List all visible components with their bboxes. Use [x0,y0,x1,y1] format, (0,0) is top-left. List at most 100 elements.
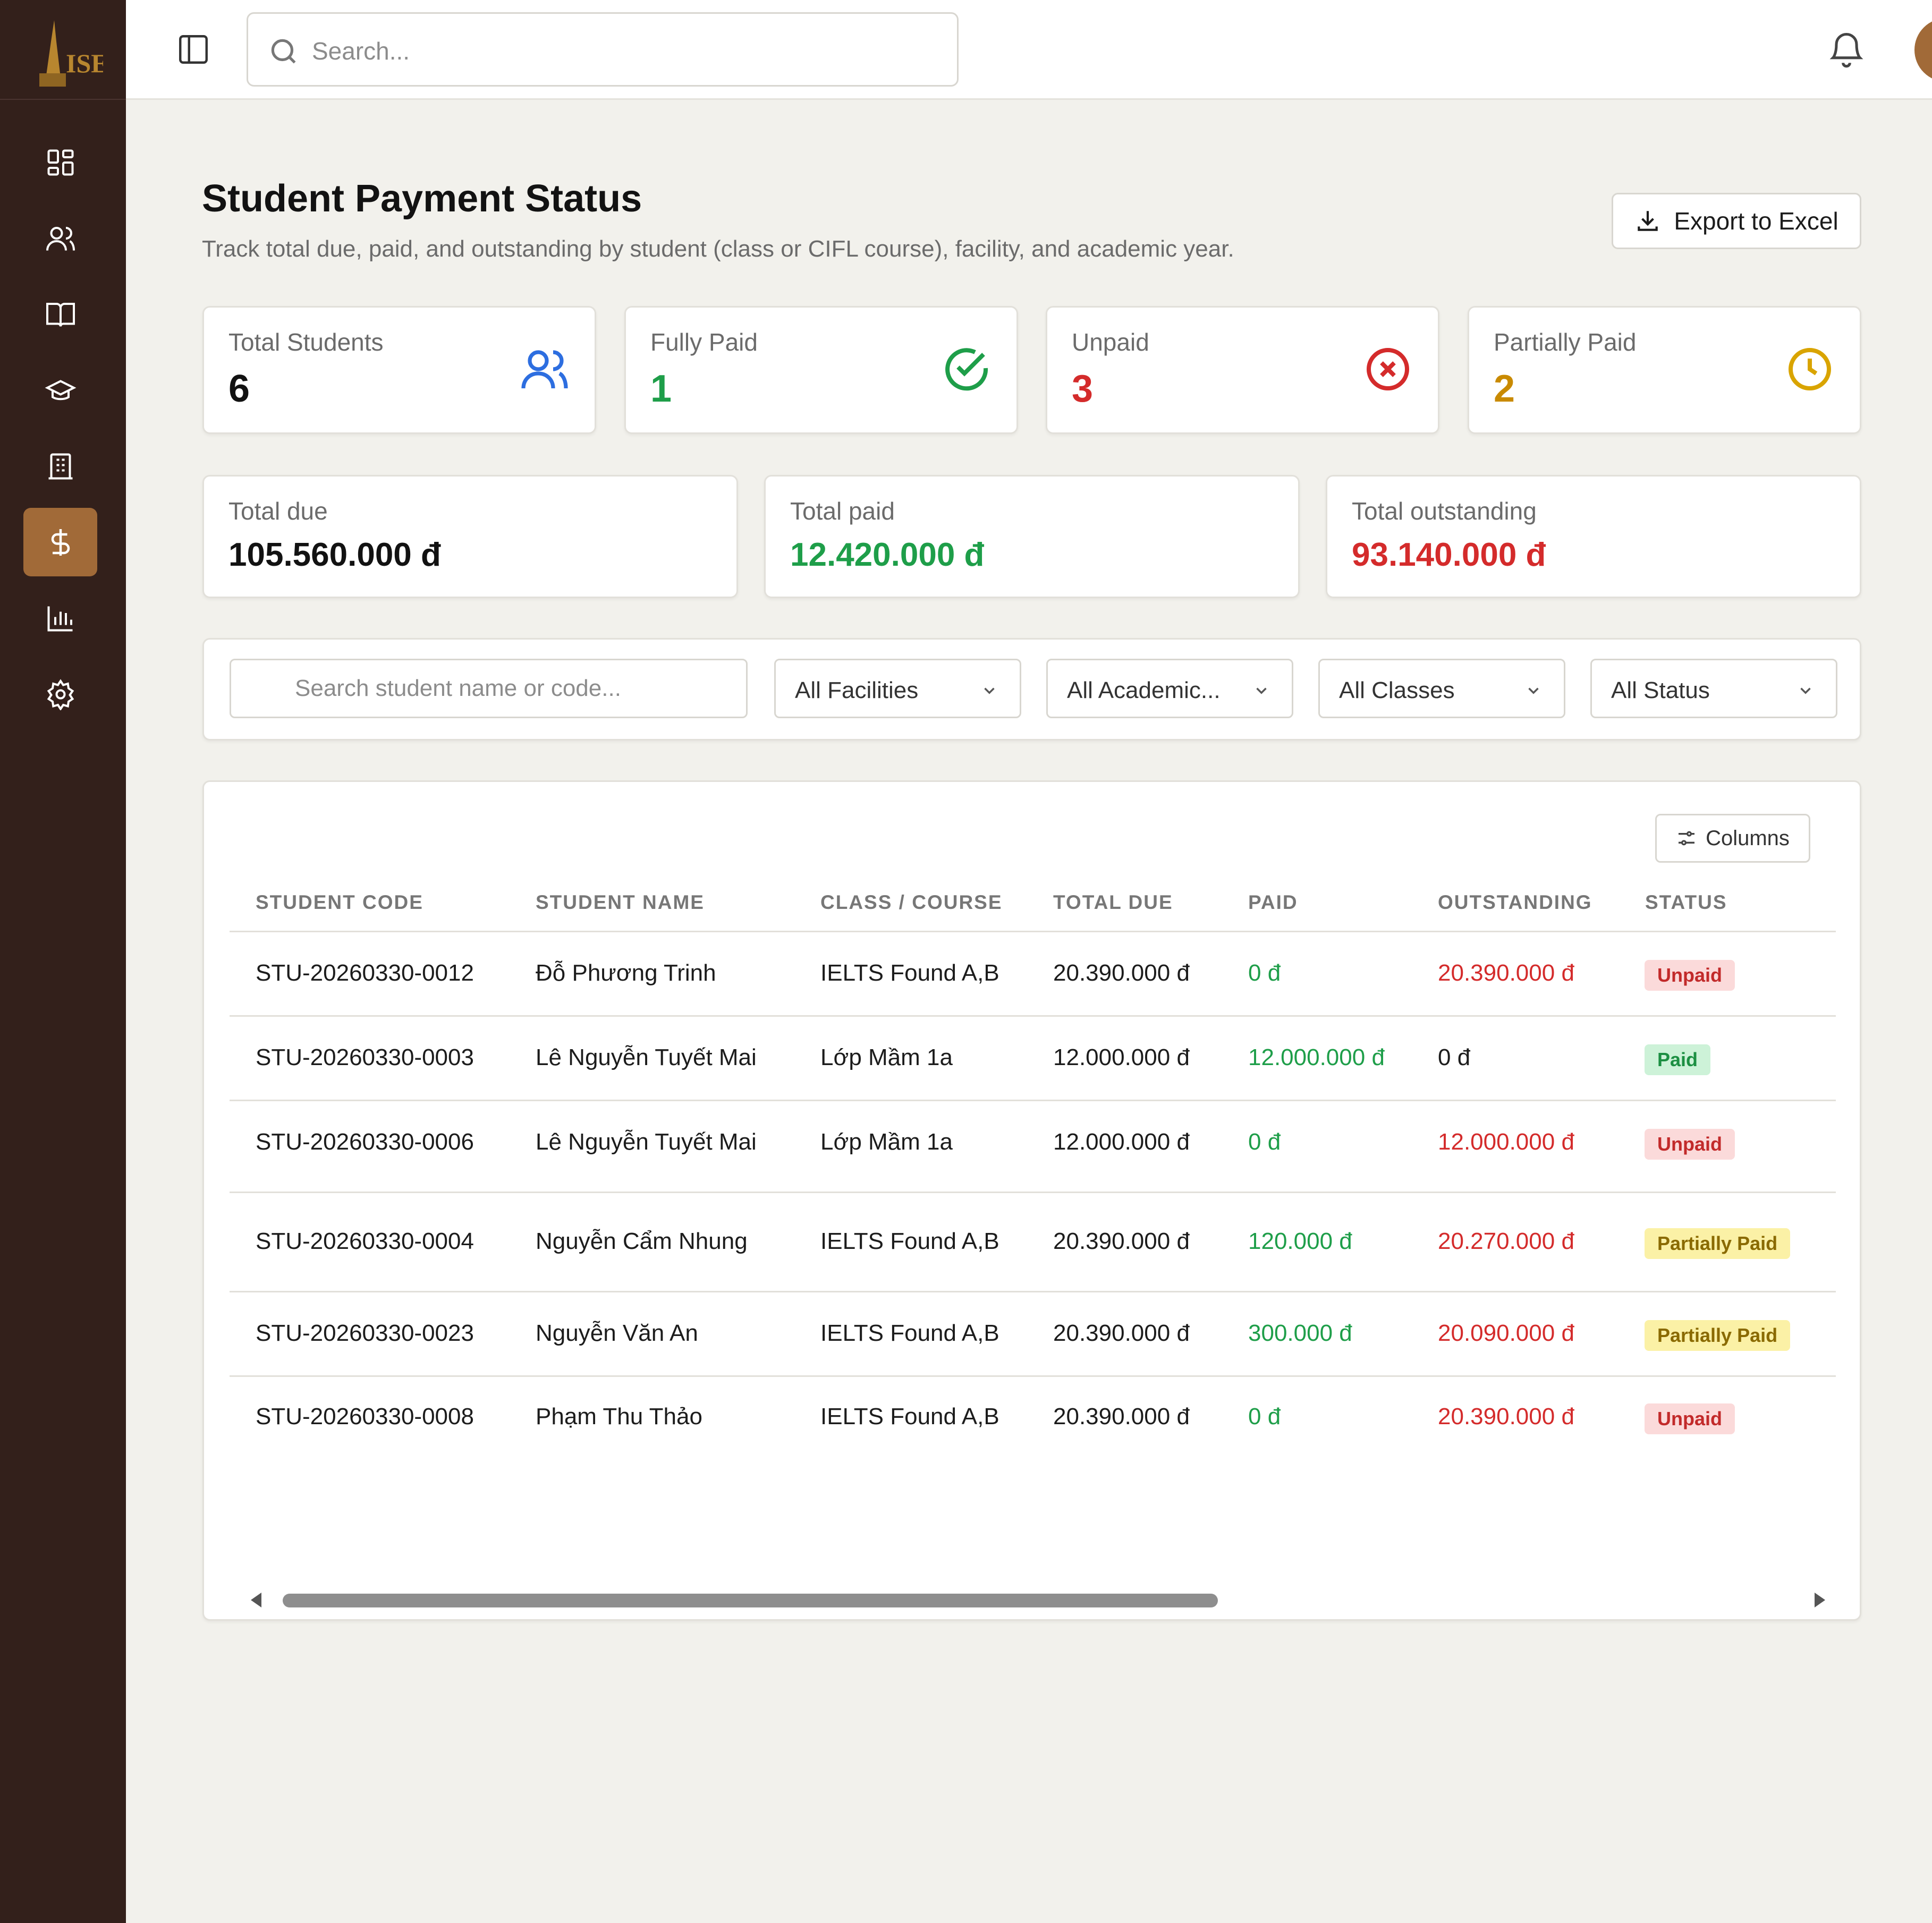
cell-paid: 0 đ [1248,1403,1281,1430]
scroll-right-arrow[interactable] [1815,1593,1825,1607]
total-due-value: 105.560.000 đ [228,537,441,573]
logo-tower-icon: ISEE [39,20,103,87]
facility-select-value: All Facilities [795,677,919,703]
status-badge: Unpaid [1645,1403,1735,1434]
stat-label: Partially Paid [1494,328,1637,356]
column-header-status[interactable]: STATUS [1645,891,1727,914]
table-row[interactable]: STU-20260330-0004 Nguyễn Cẩm Nhung IELTS… [230,1193,1836,1292]
scroll-left-arrow[interactable] [251,1593,261,1607]
total-outstanding-value: 93.140.000 đ [1352,537,1546,573]
column-header-paid[interactable]: PAID [1248,891,1298,914]
cell-paid: 0 đ [1248,1129,1281,1155]
sidebar-item-settings[interactable] [23,660,97,728]
cell-class-course: IELTS Found A,B [820,960,999,986]
cell-outstanding: 20.390.000 đ [1438,1403,1574,1430]
search-icon [271,39,296,64]
cell-total-due: 20.390.000 đ [1053,1320,1190,1346]
cell-student-code: STU-20260330-0012 [256,960,474,986]
cell-student-code: STU-20260330-0004 [256,1228,474,1254]
chevron-down-icon [1800,687,1811,694]
x-circle-icon [1367,348,1409,390]
sidebar-item-reports[interactable] [23,584,97,652]
table-row[interactable]: STU-20260330-0006 Lê Nguyễn Tuyết Mai Lớ… [230,1101,1836,1193]
cell-paid: 0 đ [1248,960,1281,986]
cell-outstanding: 20.090.000 đ [1438,1320,1574,1346]
chevron-down-icon [1256,687,1267,694]
class-select-value: All Classes [1339,677,1455,703]
facility-select[interactable]: All Facilities [774,659,1021,718]
column-header-total-due[interactable]: TOTAL DUE [1053,891,1173,914]
cell-student-name: Đỗ Phương Trinh [536,960,716,986]
global-search [247,12,959,87]
column-header-outstanding[interactable]: OUTSTANDING [1438,891,1592,914]
column-header-student-name[interactable]: STUDENT NAME [536,891,705,914]
cell-class-course: IELTS Found A,B [820,1320,999,1346]
columns-button[interactable]: Columns [1655,814,1810,863]
cell-total-due: 12.000.000 đ [1053,1044,1190,1070]
graduation-cap-icon [45,379,76,400]
export-excel-label: Export to Excel [1674,207,1838,235]
column-header-student-code[interactable]: STUDENT CODE [256,891,423,914]
sidebar-toggle-icon[interactable] [176,32,211,67]
status-select[interactable]: All Status [1590,659,1837,718]
sidebar-item-courses[interactable] [23,280,97,348]
chevron-down-icon [1528,687,1539,694]
page-subtitle: Track total due, paid, and outstanding b… [202,236,1234,262]
sidebar: ISEE [0,0,126,1923]
stat-card-partially-paid: Partially Paid 2 [1468,306,1861,434]
users-icon [46,226,75,251]
dollar-icon [51,529,70,556]
users-icon [521,350,568,389]
total-paid-value: 12.420.000 đ [790,537,985,573]
horizontal-scrollbar[interactable] [230,1588,1836,1610]
cell-student-name: Nguyễn Cẩm Nhung [536,1228,748,1254]
logo-text: ISEE [66,48,103,78]
user-avatar[interactable]: A [1914,18,1932,82]
scrollbar-thumb[interactable] [283,1594,1218,1607]
cell-total-due: 20.390.000 đ [1053,960,1190,986]
total-due-label: Total due [228,497,328,525]
cell-paid: 300.000 đ [1248,1320,1352,1346]
cell-student-name: Lê Nguyễn Tuyết Mai [536,1044,757,1070]
stat-value: 6 [228,368,250,410]
total-due-card: Total due 105.560.000 đ [202,475,738,598]
cell-outstanding: 20.390.000 đ [1438,960,1574,986]
app-logo[interactable]: ISEE [0,0,126,100]
sidebar-item-facilities[interactable] [23,432,97,500]
cell-outstanding: 0 đ [1438,1044,1471,1070]
chevron-down-icon [984,687,995,694]
total-paid-label: Total paid [790,497,895,525]
bell-icon[interactable] [1826,29,1867,70]
table-row[interactable]: STU-20260330-0003 Lê Nguyễn Tuyết Mai Lớ… [230,1017,1836,1101]
sidebar-item-payments[interactable] [23,508,97,576]
academic-year-select-value: All Academic... [1067,677,1221,703]
student-search-input[interactable] [230,659,748,718]
total-outstanding-label: Total outstanding [1352,497,1537,525]
table-row[interactable]: STU-20260330-0023 Nguyễn Văn An IELTS Fo… [230,1292,1836,1377]
sliders-icon [1679,831,1695,846]
sidebar-item-dashboard[interactable] [23,128,97,197]
status-badge: Partially Paid [1645,1320,1791,1351]
sidebar-item-users[interactable] [23,204,97,273]
total-paid-card: Total paid 12.420.000 đ [764,475,1300,598]
columns-button-label: Columns [1706,826,1790,850]
stat-label: Total Students [228,328,384,356]
table-row[interactable]: STU-20260330-0008 Phạm Thu Thảo IELTS Fo… [230,1377,1836,1461]
global-search-input[interactable] [312,30,939,72]
building-icon [48,453,72,479]
status-select-value: All Status [1611,677,1710,703]
cell-student-code: STU-20260330-0003 [256,1044,474,1070]
sidebar-item-classes[interactable] [23,356,97,424]
academic-year-select[interactable]: All Academic... [1046,659,1293,718]
cell-student-code: STU-20260330-0006 [256,1129,474,1155]
stat-value: 3 [1072,368,1094,410]
export-excel-button[interactable]: Export to Excel [1612,193,1861,249]
filter-bar: All Facilities All Academic... All Class… [202,638,1861,741]
cell-paid: 12.000.000 đ [1248,1044,1385,1070]
page-title: Student Payment Status [202,177,642,220]
status-badge: Unpaid [1645,960,1735,991]
class-select[interactable]: All Classes [1318,659,1565,718]
table-row[interactable]: STU-20260330-0012 Đỗ Phương Trinh IELTS … [230,932,1836,1017]
column-header-class-course[interactable]: CLASS / COURSE [820,891,1003,914]
clock-icon [1789,348,1831,390]
